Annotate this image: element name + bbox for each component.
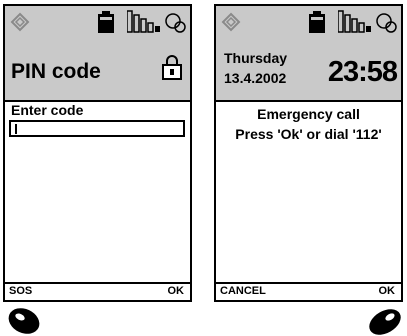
signal-icon <box>127 10 186 33</box>
text-caret <box>15 124 17 134</box>
pin-code-input[interactable] <box>9 120 185 137</box>
cancel-softkey[interactable]: CANCEL <box>220 285 266 297</box>
diamond-icon <box>221 12 241 32</box>
screen-header: PIN code <box>5 6 190 102</box>
battery-icon <box>98 11 114 33</box>
softkey-bar: CANCEL OK <box>216 282 401 300</box>
emergency-call-screen: Thursday 13.4.2002 23:58 Emergency call … <box>214 4 403 302</box>
battery-icon <box>309 11 325 33</box>
page-title: PIN code <box>11 60 101 83</box>
day-label: Thursday <box>224 50 288 66</box>
emergency-message-instruction: Press 'Ok' or dial '112' <box>235 126 382 142</box>
left-softkey-button[interactable] <box>6 306 42 336</box>
screen-header: Thursday 13.4.2002 23:58 <box>216 6 401 102</box>
pin-code-screen: PIN code Enter code SOS OK <box>3 4 192 302</box>
signal-icon <box>338 10 397 33</box>
sos-softkey[interactable]: SOS <box>9 285 32 297</box>
clock-time: 23:58 <box>327 56 398 88</box>
date-label: 13.4.2002 <box>224 70 287 86</box>
right-softkey-button[interactable] <box>366 306 404 336</box>
emergency-message-title: Emergency call <box>257 106 360 122</box>
lock-icon <box>162 55 182 80</box>
diamond-icon <box>10 12 30 32</box>
ok-softkey[interactable]: OK <box>379 285 396 297</box>
enter-code-label: Enter code <box>11 102 84 118</box>
status-bar <box>5 6 190 34</box>
softkey-bar: SOS OK <box>5 282 190 300</box>
ok-softkey[interactable]: OK <box>168 285 185 297</box>
status-bar <box>216 6 401 34</box>
